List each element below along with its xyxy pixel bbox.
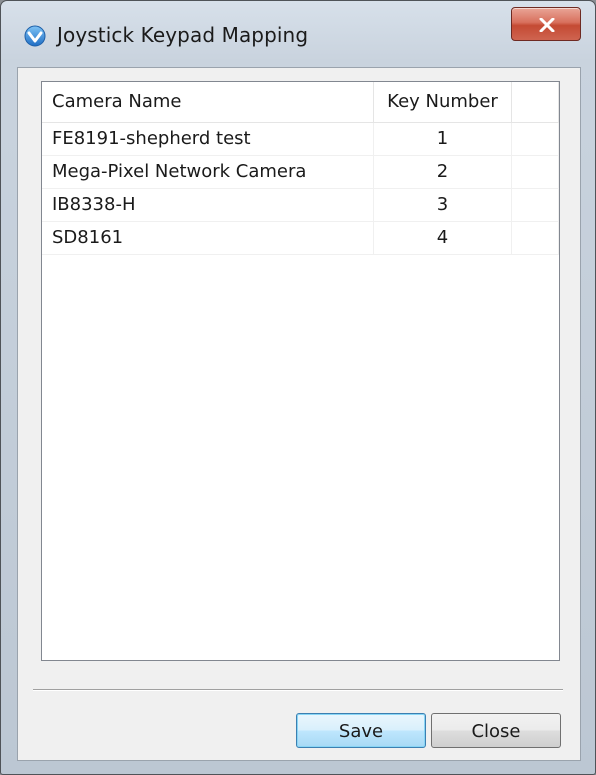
column-header-filler bbox=[512, 82, 559, 122]
window-close-button[interactable] bbox=[511, 7, 581, 41]
separator-line bbox=[33, 689, 563, 691]
table-row[interactable]: Mega-Pixel Network Camera 2 bbox=[42, 156, 559, 189]
filler-cell bbox=[512, 123, 559, 155]
camera-name-cell: Mega-Pixel Network Camera bbox=[42, 156, 374, 188]
key-number-cell[interactable]: 4 bbox=[374, 222, 512, 254]
column-header-key-number[interactable]: Key Number bbox=[374, 82, 512, 122]
close-button[interactable]: Close bbox=[431, 713, 561, 748]
camera-name-cell: IB8338-H bbox=[42, 189, 374, 221]
dialog-window: Joystick Keypad Mapping Camera Name Key … bbox=[0, 0, 596, 775]
camera-name-cell: FE8191-shepherd test bbox=[42, 123, 374, 155]
title-bar[interactable]: Joystick Keypad Mapping bbox=[1, 1, 595, 67]
close-icon bbox=[539, 18, 555, 32]
window-title: Joystick Keypad Mapping bbox=[57, 23, 309, 47]
save-button[interactable]: Save bbox=[296, 713, 426, 748]
filler-cell bbox=[512, 189, 559, 221]
vivotek-shield-icon bbox=[24, 25, 46, 47]
table-row[interactable]: FE8191-shepherd test 1 bbox=[42, 123, 559, 156]
camera-name-cell: SD8161 bbox=[42, 222, 374, 254]
table-row[interactable]: IB8338-H 3 bbox=[42, 189, 559, 222]
filler-cell bbox=[512, 156, 559, 188]
key-number-cell[interactable]: 3 bbox=[374, 189, 512, 221]
mapping-list[interactable]: Camera Name Key Number FE8191-shepherd t… bbox=[41, 81, 560, 661]
filler-cell bbox=[512, 222, 559, 254]
column-header-camera-name[interactable]: Camera Name bbox=[42, 82, 374, 122]
key-number-cell[interactable]: 2 bbox=[374, 156, 512, 188]
list-header: Camera Name Key Number bbox=[42, 82, 559, 123]
key-number-cell[interactable]: 1 bbox=[374, 123, 512, 155]
dialog-content: Camera Name Key Number FE8191-shepherd t… bbox=[17, 67, 581, 761]
table-row[interactable]: SD8161 4 bbox=[42, 222, 559, 255]
